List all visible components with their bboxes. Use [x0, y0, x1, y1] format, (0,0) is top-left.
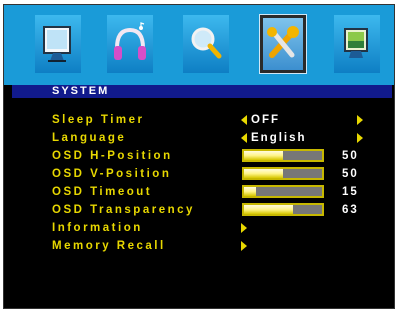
sleep-timer-label: Sleep Timer	[52, 114, 145, 126]
menu-item-osd-timeout[interactable]: OSD Timeout 15	[52, 183, 392, 201]
osd-v-position-slider[interactable]	[242, 167, 324, 180]
tab-image[interactable]	[183, 15, 229, 73]
section-title: SYSTEM	[52, 85, 110, 97]
section-header: SYSTEM	[12, 85, 392, 98]
sleep-timer-value: OFF	[251, 114, 280, 126]
tab-audio[interactable]	[107, 15, 153, 73]
osd-h-position-slider[interactable]	[242, 149, 324, 162]
left-arrow-icon[interactable]	[241, 133, 247, 143]
language-label: Language	[52, 132, 127, 144]
osd-v-position-value: 50	[342, 168, 359, 180]
tab-picture[interactable]	[334, 15, 380, 73]
tab-bar	[4, 5, 394, 85]
osd-window: SYSTEM Sleep Timer OFF Language English …	[3, 4, 395, 309]
osd-h-position-label: OSD H-Position	[52, 150, 173, 162]
tab-display[interactable]	[35, 15, 81, 73]
tab-system[interactable]	[259, 14, 307, 74]
right-arrow-icon[interactable]	[241, 241, 247, 251]
right-arrow-icon[interactable]	[357, 115, 363, 125]
language-value: English	[251, 132, 307, 144]
osd-transparency-value: 63	[342, 204, 359, 216]
osd-transparency-slider[interactable]	[242, 203, 324, 216]
slider-fill	[244, 151, 283, 160]
osd-transparency-label: OSD Transparency	[52, 204, 195, 216]
right-arrow-icon[interactable]	[357, 133, 363, 143]
monitor-icon	[43, 26, 71, 62]
headphones-icon	[114, 22, 146, 60]
osd-v-position-label: OSD V-Position	[52, 168, 172, 180]
menu-item-osd-v-position[interactable]: OSD V-Position 50	[52, 165, 392, 183]
osd-timeout-slider[interactable]	[242, 185, 324, 198]
menu-item-osd-h-position[interactable]: OSD H-Position 50	[52, 147, 392, 165]
menu-item-osd-transparency[interactable]: OSD Transparency 63	[52, 201, 392, 219]
menu-item-information[interactable]: Information	[52, 219, 392, 237]
tools-icon	[267, 26, 299, 58]
menu-item-sleep-timer[interactable]: Sleep Timer OFF	[52, 111, 392, 129]
slider-fill	[244, 169, 283, 178]
osd-h-position-value: 50	[342, 150, 359, 162]
information-label: Information	[52, 222, 143, 234]
menu-item-memory-recall[interactable]: Memory Recall	[52, 237, 392, 255]
osd-timeout-value: 15	[342, 186, 359, 198]
menu-item-language[interactable]: Language English	[52, 129, 392, 147]
screen-picture-icon	[344, 28, 368, 58]
slider-fill	[244, 205, 294, 214]
left-arrow-icon[interactable]	[241, 115, 247, 125]
memory-recall-label: Memory Recall	[52, 240, 166, 252]
right-arrow-icon[interactable]	[241, 223, 247, 233]
slider-fill	[244, 187, 256, 196]
osd-timeout-label: OSD Timeout	[52, 186, 153, 198]
magnifier-icon	[191, 27, 222, 59]
